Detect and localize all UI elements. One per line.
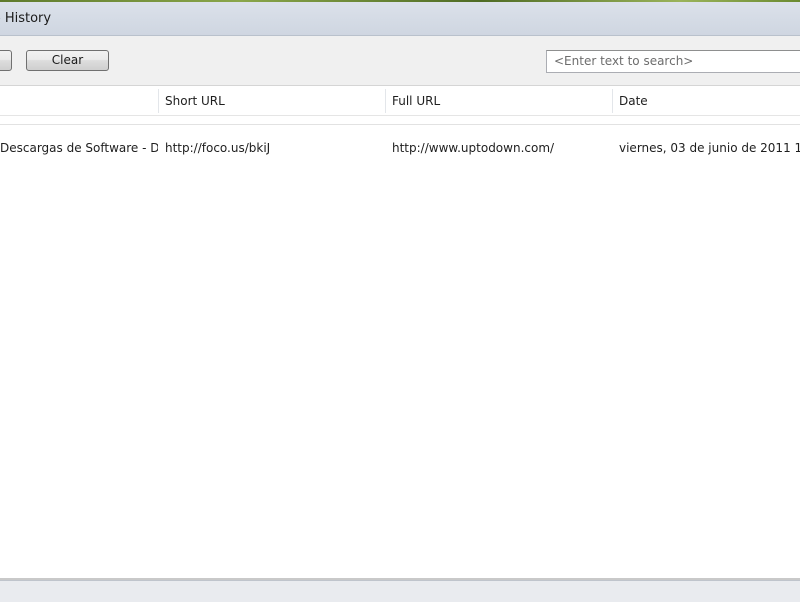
status-bar (0, 580, 800, 602)
search-input[interactable]: <Enter text to search> (546, 50, 800, 73)
toolbar: Clear <Enter text to search> (0, 36, 800, 86)
row-full-url: http://www.uptodown.com/ (392, 141, 555, 155)
clear-button[interactable]: Clear (26, 50, 109, 71)
history-window: - History Clear <Enter text to search> S… (0, 2, 800, 602)
title-bar[interactable]: - History (0, 2, 800, 36)
row-short-url: http://foco.us/bkiJ (165, 141, 271, 155)
column-header-short-url[interactable]: Short URL (159, 86, 385, 116)
column-header-title[interactable] (0, 86, 158, 116)
row-date: viernes, 03 de junio de 2011 10:4 (619, 141, 800, 155)
table-row[interactable]: Descargas de Software - D... http://foco… (0, 138, 800, 158)
history-list: Short URL Full URL Date Descargas de Sof… (0, 86, 800, 578)
toolbar-button-partial[interactable] (0, 50, 12, 71)
column-header-date[interactable]: Date (613, 86, 800, 116)
window-title: - History (0, 11, 52, 26)
column-header: Short URL Full URL Date (0, 86, 800, 116)
divider (0, 124, 800, 125)
row-title: Descargas de Software - D... (0, 141, 158, 155)
column-header-full-url[interactable]: Full URL (386, 86, 612, 116)
